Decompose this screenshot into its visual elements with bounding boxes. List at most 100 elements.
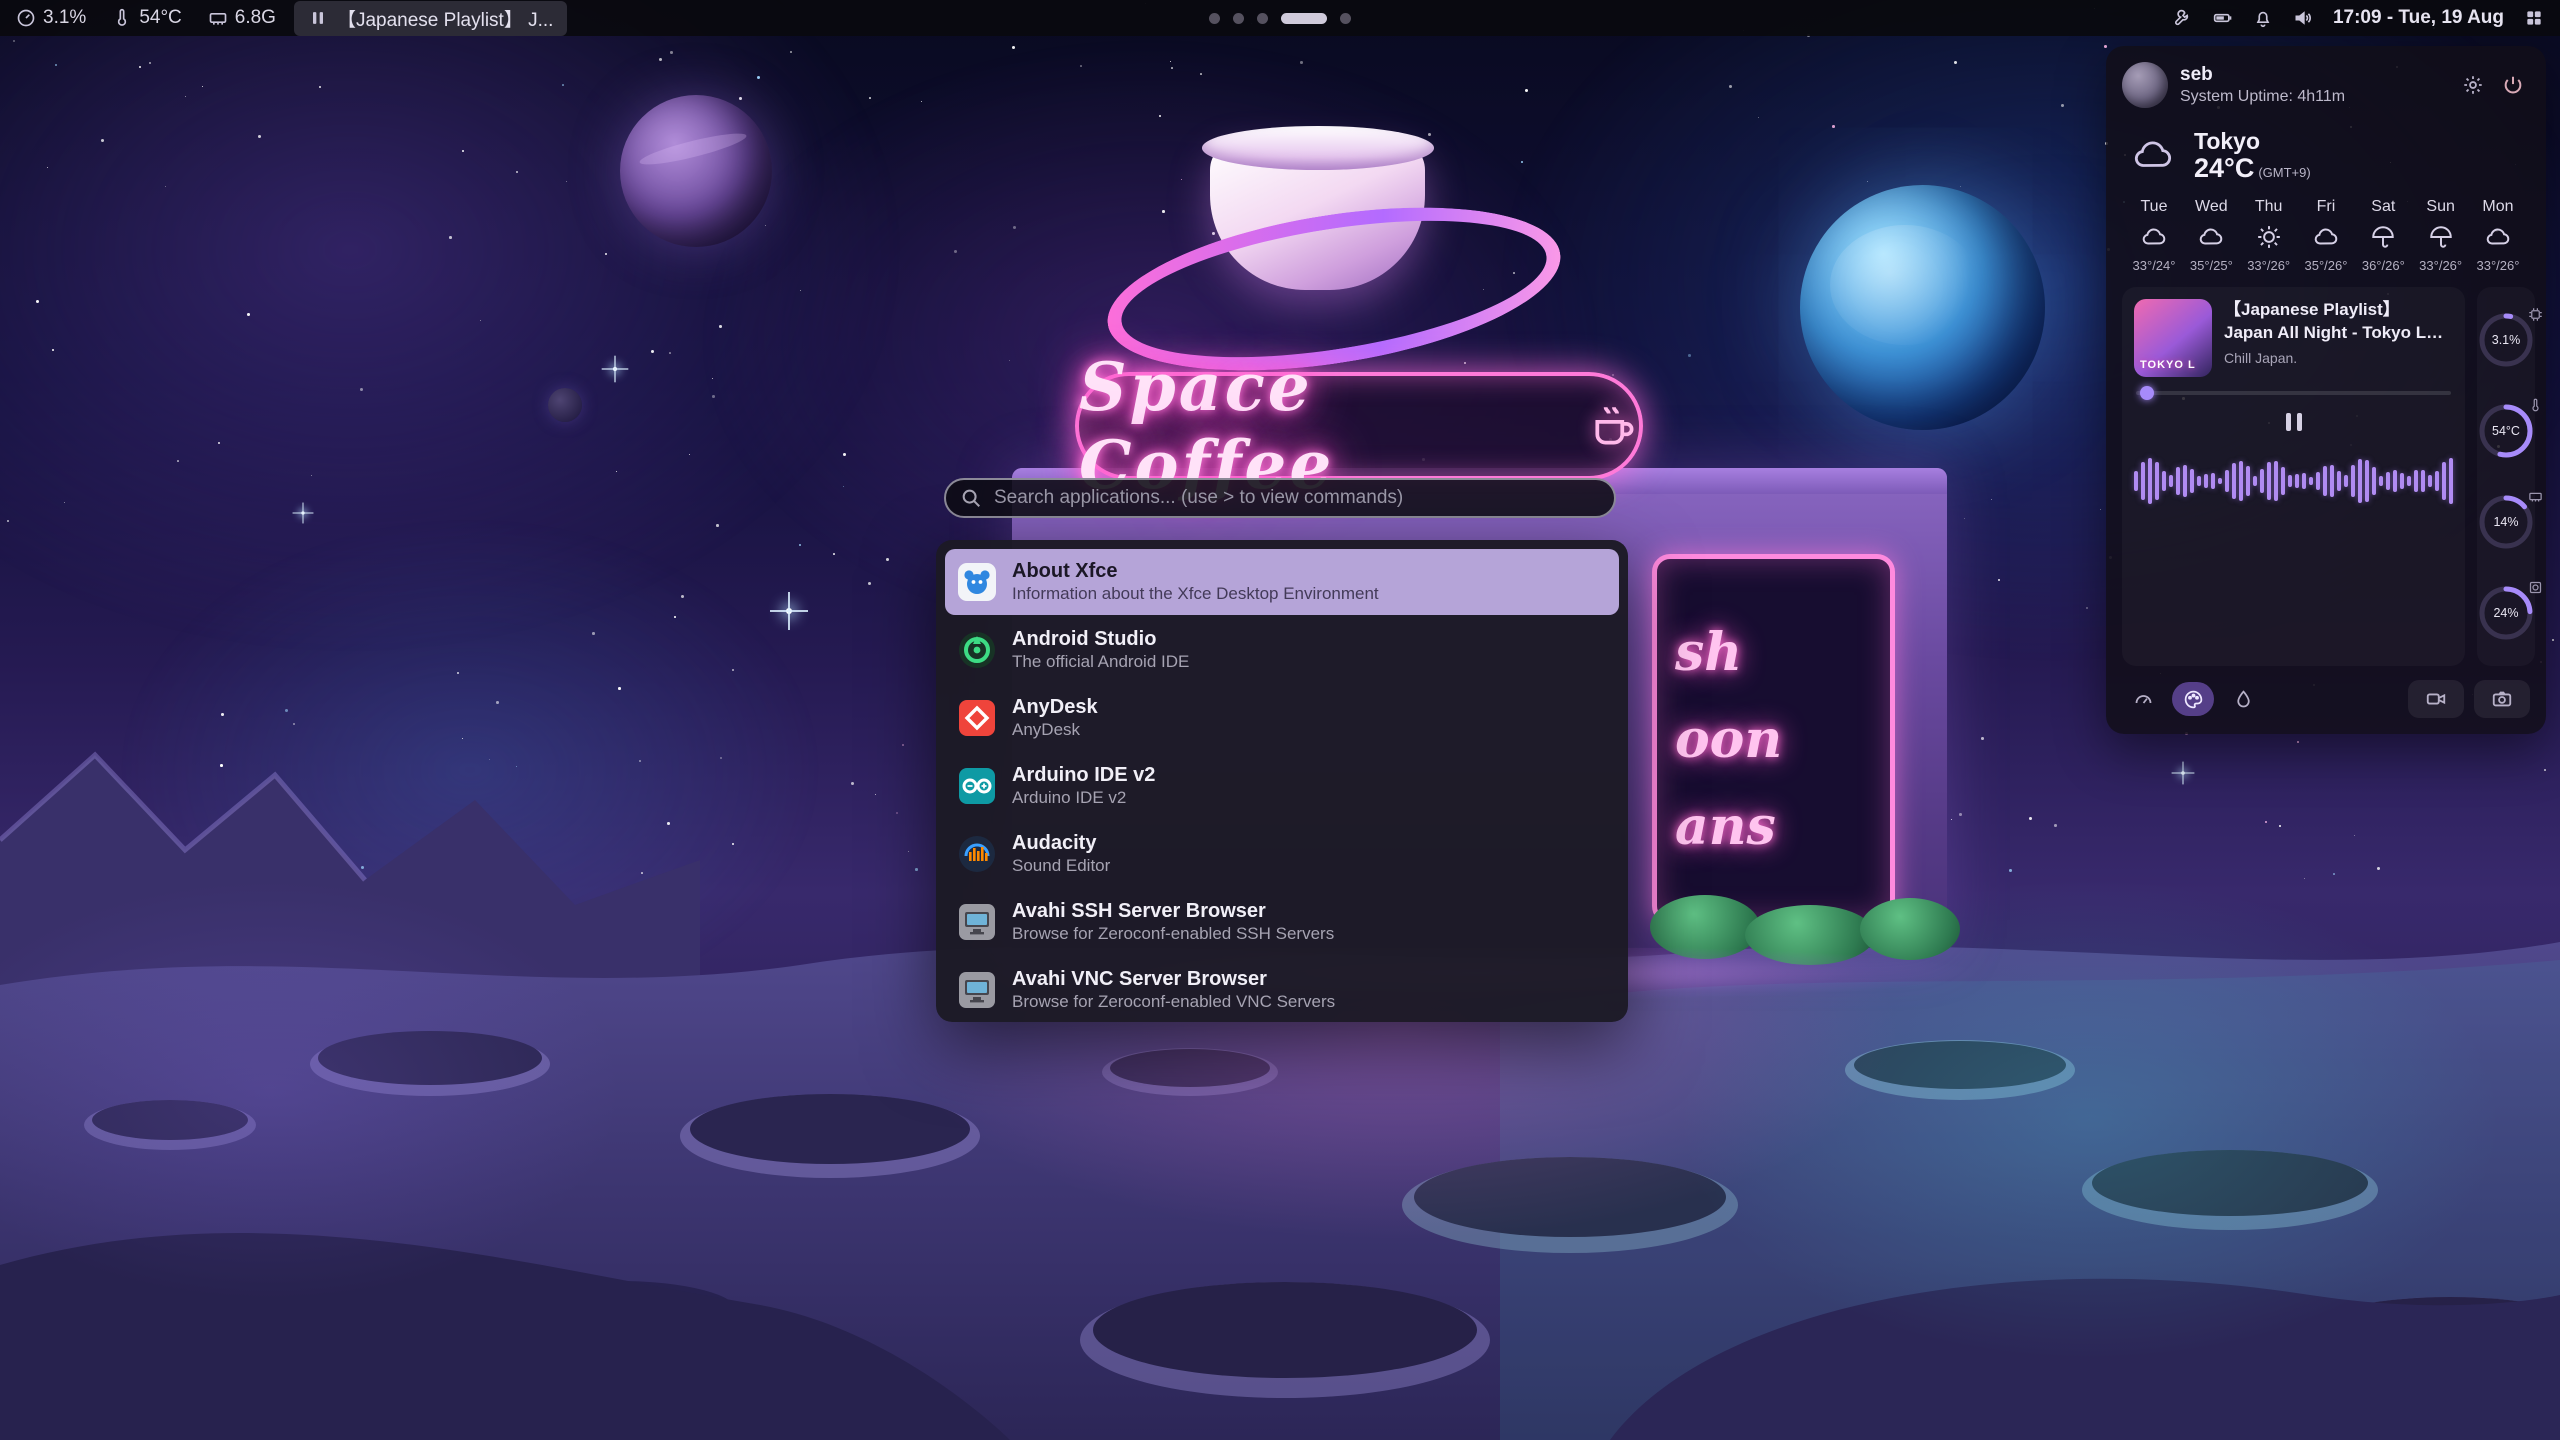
system-stats: 3.1% 54°C 6.8G (16, 7, 276, 29)
album-art[interactable]: TOKYO L (2134, 299, 2212, 377)
cpu-gauge: 3.1% (2477, 311, 2535, 369)
forecast-day: Wed (2195, 198, 2228, 216)
screen-record-button[interactable] (2408, 680, 2464, 718)
volume-icon[interactable] (2293, 8, 2313, 28)
weather-timezone: (GMT+9) (2258, 165, 2310, 180)
temperature-stat: 54°C (112, 7, 181, 29)
app-row-anydesk[interactable]: AnyDeskAnyDesk (945, 685, 1619, 751)
settings-button[interactable] (2456, 68, 2490, 102)
droplet-icon (2233, 689, 2254, 710)
top-panel: 3.1% 54°C 6.8G 【Japanese Playlist】 J... … (0, 0, 2560, 36)
ram-icon (208, 8, 228, 28)
avahi-app-icon (957, 970, 997, 1010)
track-title: 【Japanese Playlist】 Japan All Night - To… (2224, 299, 2453, 345)
gear-icon (2462, 74, 2484, 96)
workspace-dot-2[interactable] (1233, 13, 1244, 24)
forecast-day: Fri (2317, 198, 2336, 216)
weather-widget: Tokyo 24°C(GMT+9) Tue33°/24°Wed35°/25°Th… (2122, 122, 2530, 273)
cloud-icon (2198, 224, 2224, 250)
app-description: Arduino IDE v2 (1012, 788, 1155, 808)
overview-grid-icon[interactable] (2524, 8, 2544, 28)
temperature-gauge: 54°C (2477, 402, 2535, 460)
clock[interactable]: 17:09 - Tue, 19 Aug (2333, 7, 2504, 29)
app-row-android-studio[interactable]: Android StudioThe official Android IDE (945, 617, 1619, 683)
forecast-temps: 35°/26° (2305, 258, 2348, 273)
search-icon (960, 487, 982, 509)
forecast-sat: Sat36°/26° (2355, 198, 2411, 273)
active-window-title: 【Japanese Playlist】 J... (337, 5, 553, 32)
app-title: About Xfce (1012, 559, 1379, 584)
forecast-sun: Sun33°/26° (2413, 198, 2469, 273)
app-description: Sound Editor (1012, 856, 1110, 876)
forecast-temps: 33°/26° (2247, 258, 2290, 273)
app-launcher-panel: About XfceInformation about the Xfce Des… (936, 540, 1628, 1022)
cpu-value: 3.1% (43, 7, 86, 29)
sun-icon (2256, 224, 2282, 250)
desktop: sh oon ans Space Coffee 3.1% (0, 0, 2560, 1440)
sidebar-footer (2122, 680, 2530, 718)
palette-icon (2183, 689, 2204, 710)
thermometer-icon (112, 8, 132, 28)
cloud-icon (2141, 224, 2167, 250)
power-icon (2502, 74, 2524, 96)
cloud-icon (2313, 224, 2339, 250)
app-row-arduino-ide-v2[interactable]: Arduino IDE v2Arduino IDE v2 (945, 753, 1619, 819)
bell-icon[interactable] (2253, 8, 2273, 28)
app-row-about-xfce[interactable]: About XfceInformation about the Xfce Des… (945, 549, 1619, 615)
cloud-icon (2485, 224, 2511, 250)
app-row-avahi-vnc-server-browser[interactable]: Avahi VNC Server BrowserBrowse for Zeroc… (945, 957, 1619, 1022)
androidstudio-app-icon (957, 630, 997, 670)
app-title: Avahi SSH Server Browser (1012, 899, 1334, 924)
forecast-temps: 33°/26° (2477, 258, 2520, 273)
app-title: Audacity (1012, 831, 1110, 856)
track-subtitle: Chill Japan. (2224, 350, 2453, 366)
umbrella-icon (2370, 224, 2396, 250)
album-art-label: TOKYO L (2140, 359, 2196, 371)
workspace-dot-1[interactable] (1209, 13, 1220, 24)
app-description: Browse for Zeroconf-enabled SSH Servers (1012, 924, 1334, 944)
workspace-dot-3[interactable] (1257, 13, 1268, 24)
forecast-temps: 35°/25° (2190, 258, 2233, 273)
color-picker-button[interactable] (2222, 682, 2264, 716)
avahi-app-icon (957, 902, 997, 942)
battery-icon[interactable] (2213, 8, 2233, 28)
search-input[interactable] (944, 478, 1616, 518)
temperature-value: 54°C (139, 7, 181, 29)
weather-temp: 24°C (2194, 153, 2254, 183)
screenshot-button[interactable] (2474, 680, 2530, 718)
umbrella-icon (2428, 224, 2454, 250)
forecast-tue: Tue33°/24° (2126, 198, 2182, 273)
forecast-mon: Mon 33°/26° (2470, 198, 2526, 273)
avatar[interactable] (2122, 62, 2168, 108)
app-row-audacity[interactable]: AudacitySound Editor (945, 821, 1619, 887)
memory-gauge: 14% (2477, 493, 2535, 551)
forecast-day: Mon (2482, 198, 2513, 216)
speedometer-icon (2133, 689, 2154, 710)
active-window-button[interactable]: 【Japanese Playlist】 J... (294, 1, 567, 36)
app-row-avahi-ssh-server-browser[interactable]: Avahi SSH Server BrowserBrowse for Zeroc… (945, 889, 1619, 955)
tools-icon[interactable] (2173, 8, 2193, 28)
arduino-app-icon (957, 766, 997, 806)
cpu-stat: 3.1% (16, 7, 86, 29)
disk-gauge: 24% (2477, 584, 2535, 642)
weather-city: Tokyo (2194, 128, 2311, 155)
track-progress[interactable] (2136, 391, 2451, 395)
power-button[interactable] (2496, 68, 2530, 102)
app-description: The official Android IDE (1012, 652, 1189, 672)
workspace-dot-4[interactable] (1281, 13, 1327, 24)
app-title: Arduino IDE v2 (1012, 763, 1155, 788)
gauge-value: 24% (2477, 584, 2535, 642)
workspace-dot-5[interactable] (1340, 13, 1351, 24)
pause-button[interactable] (2280, 407, 2308, 437)
forecast-row: Tue33°/24°Wed35°/25°Thu33°/26°Fri35°/26°… (2126, 198, 2526, 273)
media-pause-icon (308, 8, 328, 28)
theme-button[interactable] (2172, 682, 2214, 716)
memory-stat: 6.8G (208, 7, 276, 29)
performance-button[interactable] (2122, 682, 2164, 716)
app-description: Browse for Zeroconf-enabled VNC Servers (1012, 992, 1335, 1012)
system-uptime: System Uptime: 4h11m (2180, 88, 2345, 106)
app-description: AnyDesk (1012, 720, 1098, 740)
xfce-app-icon (957, 562, 997, 602)
widgets-sidebar: seb System Uptime: 4h11m Tokyo 24°C(GMT+… (2106, 46, 2546, 734)
app-title: Android Studio (1012, 627, 1189, 652)
